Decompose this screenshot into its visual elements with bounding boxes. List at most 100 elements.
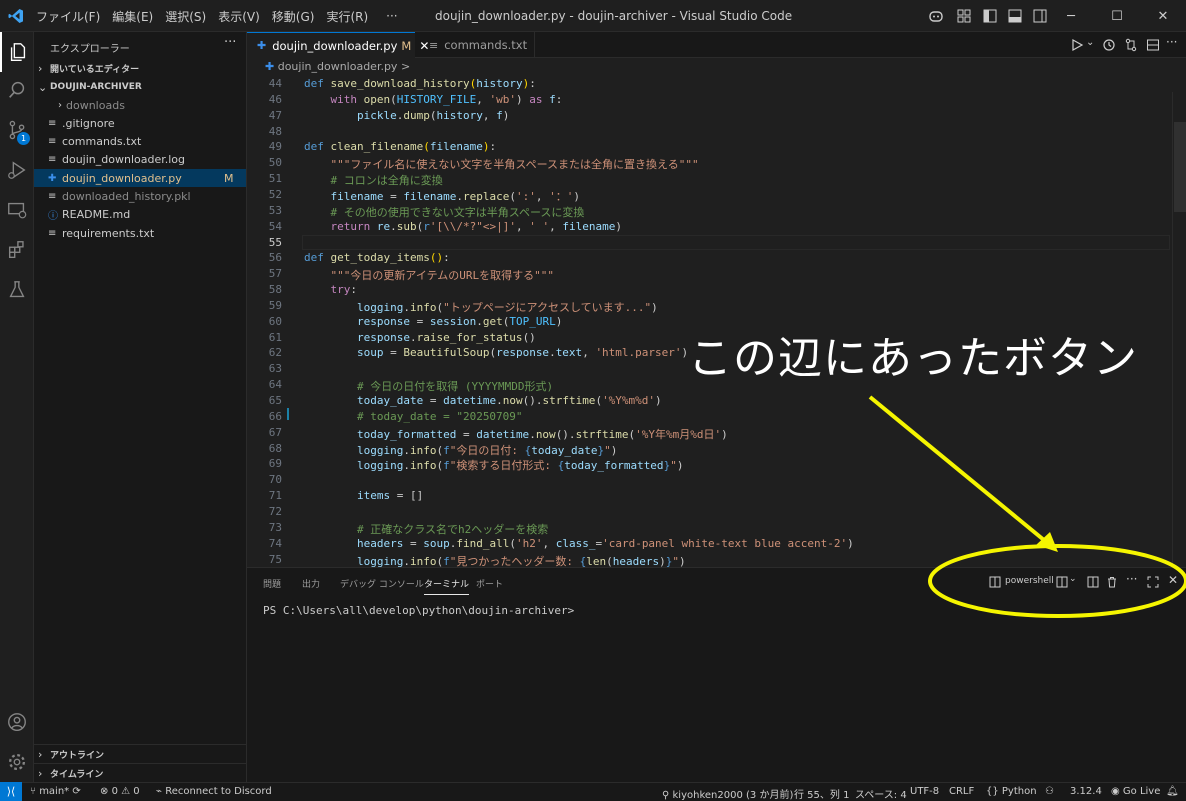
- code-line[interactable]: items = []: [304, 489, 423, 502]
- code-line[interactable]: def save_download_history(history):: [304, 77, 536, 90]
- problems-indicator[interactable]: ⊗ 0 ⚠ 0: [100, 786, 140, 797]
- code-line[interactable]: """ファイル名に使えない文字を半角スペースまたは全角に置き換える""": [304, 156, 699, 172]
- chevron-down-icon[interactable]: ⌄: [1069, 574, 1077, 584]
- minimize-button[interactable]: ─: [1048, 0, 1094, 32]
- toggle-secondary-sidebar-icon[interactable]: [1032, 8, 1048, 24]
- menu-edit[interactable]: 編集(E): [112, 8, 153, 25]
- code-line[interactable]: today_formatted = datetime.now().strftim…: [304, 426, 728, 442]
- timeline-section[interactable]: › タイムライン: [34, 764, 246, 782]
- terminal-shell-selector[interactable]: powershell: [1005, 576, 1054, 586]
- code-line[interactable]: headers = soup.find_all('h2', class_='ca…: [304, 537, 854, 550]
- split-editor-icon[interactable]: [1146, 38, 1160, 52]
- code-line[interactable]: def clean_filename(filename):: [304, 140, 496, 153]
- run-icon[interactable]: [1070, 38, 1084, 52]
- code-line[interactable]: logging.info(f"今日の日付: {today_date}"): [304, 442, 617, 458]
- code-line[interactable]: def get_today_items():: [304, 251, 450, 264]
- code-line[interactable]: return re.sub(r'[\\/*?"<>|]', ' ', filen…: [304, 220, 622, 233]
- git-blame-indicator[interactable]: ⚲ kiyohken2000 (3 か月前): [662, 786, 793, 801]
- code-line[interactable]: today_date = datetime.now().strftime('%Y…: [304, 394, 662, 407]
- menu-file[interactable]: ファイル(F): [36, 8, 100, 25]
- indentation[interactable]: スペース: 4: [855, 786, 907, 801]
- tab-doujin-downloader[interactable]: ✚ doujin_downloader.py M ✕: [247, 32, 429, 58]
- menu-more[interactable]: ···: [386, 9, 397, 23]
- code-line[interactable]: logging.info("トップページにアクセスしています..."): [304, 299, 658, 315]
- outline-section[interactable]: › アウトライン: [34, 745, 246, 763]
- close-window-button[interactable]: ✕: [1140, 0, 1186, 32]
- scrollbar-thumb[interactable]: [1174, 122, 1186, 212]
- remote-indicator-icon[interactable]: ⟩⟨: [0, 782, 22, 801]
- project-section[interactable]: ⌄ DOUJIN-ARCHIVER: [34, 78, 246, 96]
- go-live-button[interactable]: ◉ Go Live: [1111, 786, 1160, 797]
- close-panel-icon[interactable]: ✕: [1168, 573, 1178, 587]
- file-item[interactable]: ≡ .gitignore: [34, 114, 246, 132]
- code-line[interactable]: response = session.get(TOP_URL): [304, 315, 562, 328]
- code-line[interactable]: filename = filename.replace(':', '：'): [304, 188, 580, 204]
- source-control-activity[interactable]: 1: [0, 110, 34, 150]
- file-item[interactable]: ≡ requirements.txt: [34, 224, 246, 242]
- explorer-more-button[interactable]: ···: [224, 35, 236, 50]
- menu-view[interactable]: 表示(V): [218, 8, 260, 25]
- extensions-activity[interactable]: [0, 230, 34, 270]
- file-item[interactable]: ⓘ README.md: [34, 206, 246, 224]
- new-terminal-icon[interactable]: [1056, 576, 1068, 588]
- menu-go[interactable]: 移動(G): [272, 8, 315, 25]
- toggle-panel-icon[interactable]: [1007, 8, 1023, 24]
- tab-debug-console[interactable]: デバッグ コンソール: [340, 577, 424, 590]
- code-line[interactable]: logging.info(f"検索する日付形式: {today_formatte…: [304, 457, 683, 473]
- line-ending[interactable]: CRLF: [949, 786, 974, 797]
- git-branch-indicator[interactable]: ⑂ main* ⟳: [30, 786, 81, 797]
- menu-run[interactable]: 実行(R): [326, 8, 368, 25]
- panel-more-button[interactable]: ···: [1126, 572, 1137, 586]
- code-line[interactable]: # その他の使用できない文字は半角スペースに変換: [304, 204, 585, 220]
- encoding[interactable]: UTF-8: [910, 786, 939, 797]
- scrollbar[interactable]: [1172, 92, 1186, 567]
- code-line[interactable]: """今日の更新アイテムのURLを取得する""": [304, 267, 555, 283]
- file-item[interactable]: ≡ doujin_downloader.log: [34, 151, 246, 169]
- cursor-position[interactable]: 行 55、列 1: [794, 786, 849, 801]
- code-line[interactable]: # コロンは全角に変換: [304, 172, 443, 188]
- file-item[interactable]: ≡ downloaded_history.pkl: [34, 188, 246, 206]
- manage-activity[interactable]: [0, 742, 34, 782]
- tab-commands[interactable]: ≡ commands.txt: [415, 32, 535, 58]
- accounts-activity[interactable]: [0, 702, 34, 742]
- code-line[interactable]: pickle.dump(history, f): [304, 109, 509, 122]
- notifications-icon[interactable]: 🔔︎: [1166, 786, 1179, 797]
- run-debug-activity[interactable]: [0, 150, 34, 190]
- remote-explorer-activity[interactable]: [0, 190, 34, 230]
- code-line[interactable]: try:: [304, 283, 358, 296]
- code-line[interactable]: response.raise_for_status(): [304, 331, 536, 344]
- terminal-prompt[interactable]: PS C:\Users\all\develop\python\doujin-ar…: [263, 604, 574, 617]
- discord-status[interactable]: ⌁ Reconnect to Discord: [156, 786, 272, 797]
- tab-terminal[interactable]: ターミナル: [424, 577, 470, 595]
- file-item[interactable]: › downloads: [34, 96, 246, 114]
- maximize-panel-icon[interactable]: [1147, 576, 1159, 588]
- copilot-icon[interactable]: [928, 8, 944, 24]
- file-item[interactable]: ✚ doujin_downloader.py M: [34, 169, 246, 188]
- toggle-primary-sidebar-icon[interactable]: [982, 8, 998, 24]
- trash-icon[interactable]: [1106, 576, 1118, 588]
- code-line[interactable]: soup = BeautifulSoup(response.text, 'htm…: [304, 346, 688, 359]
- search-activity[interactable]: [0, 70, 34, 110]
- code-line[interactable]: # 今日の日付を取得 (YYYYMMDD形式): [304, 378, 553, 394]
- editor-more-button[interactable]: ···: [1166, 35, 1177, 49]
- tab-problems[interactable]: 問題: [263, 577, 281, 590]
- code-line[interactable]: # 正確なクラス名でh2ヘッダーを検索: [304, 521, 548, 537]
- language-mode[interactable]: {} Python: [986, 786, 1037, 797]
- python-version[interactable]: 3.12.4: [1070, 786, 1102, 797]
- code-line[interactable]: # today_date = "20250709": [304, 410, 523, 423]
- chevron-down-icon[interactable]: ⌄: [1086, 37, 1094, 48]
- file-item[interactable]: ≡ commands.txt: [34, 133, 246, 151]
- explorer-activity[interactable]: [0, 32, 34, 72]
- tab-output[interactable]: 出力: [302, 577, 320, 590]
- tab-ports[interactable]: ポート: [476, 577, 503, 590]
- testing-activity[interactable]: [0, 270, 34, 310]
- history-icon[interactable]: [1102, 38, 1116, 52]
- menu-selection[interactable]: 選択(S): [165, 8, 206, 25]
- open-editors-section[interactable]: › 開いているエディター: [34, 59, 246, 77]
- compare-changes-icon[interactable]: [1124, 38, 1138, 52]
- breadcrumb[interactable]: ✚ doujin_downloader.py >: [265, 60, 410, 73]
- split-terminal-icon[interactable]: [1087, 576, 1099, 588]
- customize-layout-icon[interactable]: [956, 8, 972, 24]
- code-line[interactable]: with open(HISTORY_FILE, 'wb') as f:: [304, 93, 563, 106]
- maximize-button[interactable]: ☐: [1094, 0, 1140, 32]
